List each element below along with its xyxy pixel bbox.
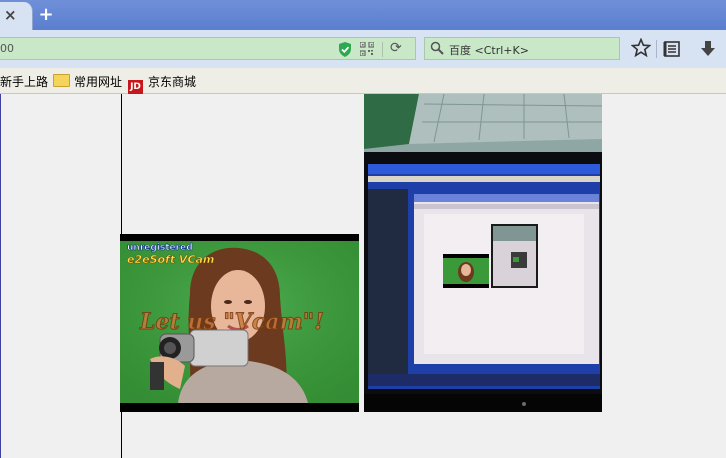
navigation-toolbar: 00 ⟳ 百度 <Ctrl+K> xyxy=(0,30,726,68)
reading-list-icon[interactable] xyxy=(662,39,682,59)
page-content: unregistered e2eSoft VCam Let us "Vcam"! xyxy=(0,94,726,458)
new-tab-button[interactable]: + xyxy=(36,5,56,25)
bookmark-item-newbie[interactable]: 新手上路 xyxy=(0,73,48,89)
download-icon[interactable] xyxy=(698,39,718,59)
tab-strip: × + xyxy=(0,0,726,30)
search-box[interactable]: 百度 <Ctrl+K> xyxy=(424,37,620,60)
security-shield-icon[interactable] xyxy=(338,42,352,57)
url-separator xyxy=(382,42,383,57)
bookmark-item-common-sites[interactable]: 常用网址 xyxy=(53,73,122,89)
webcam-frame-graphic xyxy=(364,94,602,412)
toolbar-separator xyxy=(656,40,657,58)
bookmark-label: 常用网址 xyxy=(74,75,123,89)
bookmark-label: 新手上路 xyxy=(0,75,49,89)
bookmark-item-jd[interactable]: JD 京东商城 xyxy=(128,73,197,95)
qr-code-icon[interactable] xyxy=(360,42,374,56)
bookmark-star-icon[interactable] xyxy=(631,38,651,58)
browser-tab[interactable]: × xyxy=(0,2,33,30)
search-icon xyxy=(430,41,444,55)
search-placeholder: 百度 <Ctrl+K> xyxy=(449,44,529,57)
url-text: 00 xyxy=(0,42,14,55)
folder-icon xyxy=(53,74,70,87)
vcam-brand-text: e2eSoft VCam xyxy=(127,253,214,266)
vcam-video-feed[interactable]: unregistered e2eSoft VCam Let us "Vcam"! xyxy=(120,234,359,412)
close-tab-icon[interactable]: × xyxy=(4,6,17,24)
page-left-border xyxy=(0,94,1,458)
vcam-frame-graphic: unregistered e2eSoft VCam Let us "Vcam"! xyxy=(120,234,359,412)
vcam-slogan-text: Let us "Vcam"! xyxy=(139,309,324,335)
bookmarks-toolbar: 新手上路 常用网址 JD 京东商城 xyxy=(0,68,726,95)
reload-icon[interactable]: ⟳ xyxy=(390,40,402,56)
address-bar[interactable]: 00 ⟳ xyxy=(0,37,416,60)
unregistered-watermark: unregistered xyxy=(127,243,193,253)
jd-icon: JD xyxy=(128,80,143,95)
bookmark-label: 京东商城 xyxy=(148,75,197,89)
webcam-video-feed[interactable] xyxy=(364,94,602,412)
